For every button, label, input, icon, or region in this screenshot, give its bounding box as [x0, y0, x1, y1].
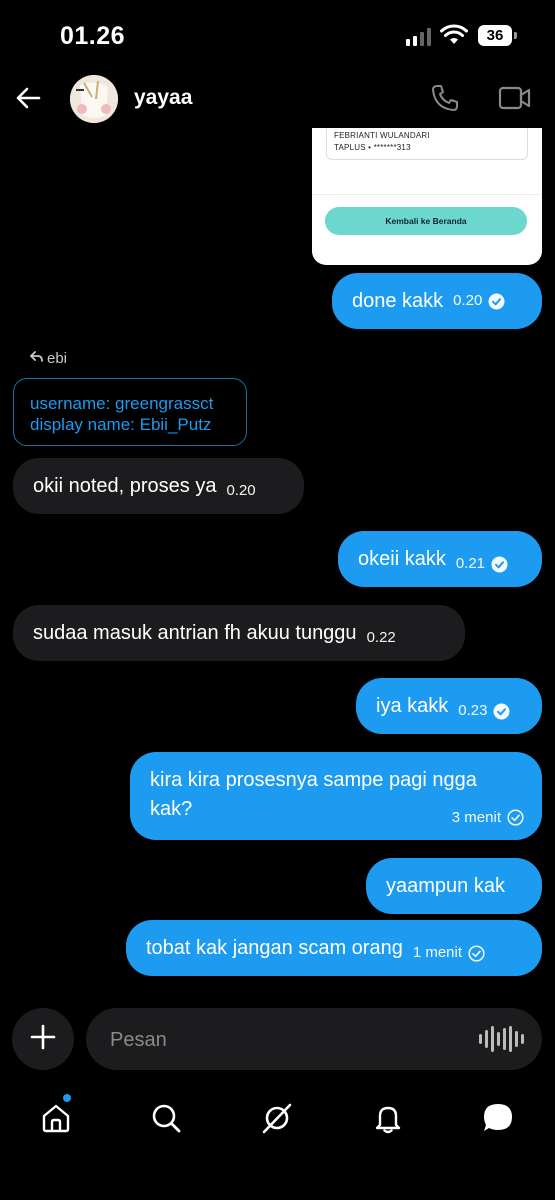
home-notification-dot	[63, 1094, 71, 1102]
image-account-number: TAPLUS • *******313	[334, 143, 411, 152]
message-text: done kakk	[352, 290, 444, 312]
back-arrow-icon[interactable]	[14, 84, 42, 117]
message-time: 3 menit	[451, 809, 501, 826]
message-bubble-outgoing[interactable]: yaampun kak	[366, 858, 542, 914]
read-check-icon	[488, 293, 505, 310]
home-icon[interactable]	[36, 1098, 76, 1138]
video-camera-icon[interactable]	[498, 85, 532, 116]
image-divider	[312, 194, 542, 195]
message-text: tobat kak jangan scam orang	[146, 937, 403, 959]
message-text: yaampun kak	[386, 875, 505, 897]
message-bubble-outgoing[interactable]: iya kakk 0.23	[356, 678, 542, 734]
message-text: okeii kakk	[358, 548, 446, 570]
message-text: sudaa masuk antrian fh akuu tunggu	[33, 622, 357, 644]
image-home-button: Kembali ke Beranda	[325, 207, 527, 235]
search-icon[interactable]	[146, 1098, 186, 1138]
quote-line-display-name: display name: Ebii_Putz	[30, 415, 212, 434]
message-composer[interactable]	[86, 1008, 542, 1072]
reply-author: ebi	[47, 350, 68, 367]
voice-message-icon[interactable]	[479, 1026, 524, 1052]
contact-name[interactable]: yayaa	[134, 86, 192, 110]
message-text: iya kakk	[376, 695, 449, 717]
message-bubble-outgoing[interactable]: done kakk 0.20	[332, 273, 542, 329]
message-time: 0.21	[455, 555, 486, 572]
message-text: okii noted, proses ya	[33, 475, 217, 497]
message-time: 1 menit	[412, 944, 463, 961]
wifi-icon	[440, 24, 468, 51]
sent-check-icon	[468, 944, 485, 962]
message-time: 0.20	[226, 482, 256, 499]
sent-check-icon	[507, 809, 524, 826]
avatar[interactable]	[70, 75, 118, 123]
grok-icon[interactable]	[257, 1098, 297, 1138]
add-attachment-button[interactable]	[12, 1008, 74, 1070]
message-bubble-incoming[interactable]: okii noted, proses ya 0.20	[13, 458, 304, 514]
battery-tip	[514, 32, 517, 39]
cellular-signal-icon	[406, 28, 431, 46]
message-bubble-outgoing[interactable]: tobat kak jangan scam orang 1 menit	[126, 920, 542, 976]
notifications-icon[interactable]	[368, 1098, 408, 1138]
message-input[interactable]	[108, 1008, 492, 1072]
image-attachment[interactable]: FEBRIANTI WULANDARI TAPLUS • *******313 …	[312, 128, 542, 265]
message-time: 0.23	[458, 702, 488, 719]
messages-icon[interactable]	[478, 1098, 518, 1138]
battery-icon: 36	[478, 25, 512, 46]
message-time: 0.22	[366, 629, 396, 646]
message-bubble-incoming[interactable]: sudaa masuk antrian fh akuu tunggu 0.22	[13, 605, 465, 661]
read-check-icon	[493, 703, 510, 720]
status-time: 01.26	[60, 22, 126, 50]
phone-icon[interactable]	[430, 83, 460, 118]
message-time: 0.20	[453, 292, 483, 309]
reply-arrow-icon	[29, 350, 43, 367]
image-account-name: FEBRIANTI WULANDARI	[334, 131, 430, 140]
read-check-icon	[491, 556, 508, 573]
reply-indicator: ebi	[29, 350, 68, 367]
quoted-message[interactable]: username: greengrassct display name: Ebi…	[13, 378, 247, 446]
quote-line-username: username: greengrassct	[30, 394, 214, 413]
message-bubble-outgoing[interactable]: kira kira prosesnya sampe pagi ngga kak?…	[130, 752, 542, 840]
plus-icon	[30, 1024, 56, 1055]
message-bubble-outgoing[interactable]: okeii kakk 0.21	[338, 531, 542, 587]
